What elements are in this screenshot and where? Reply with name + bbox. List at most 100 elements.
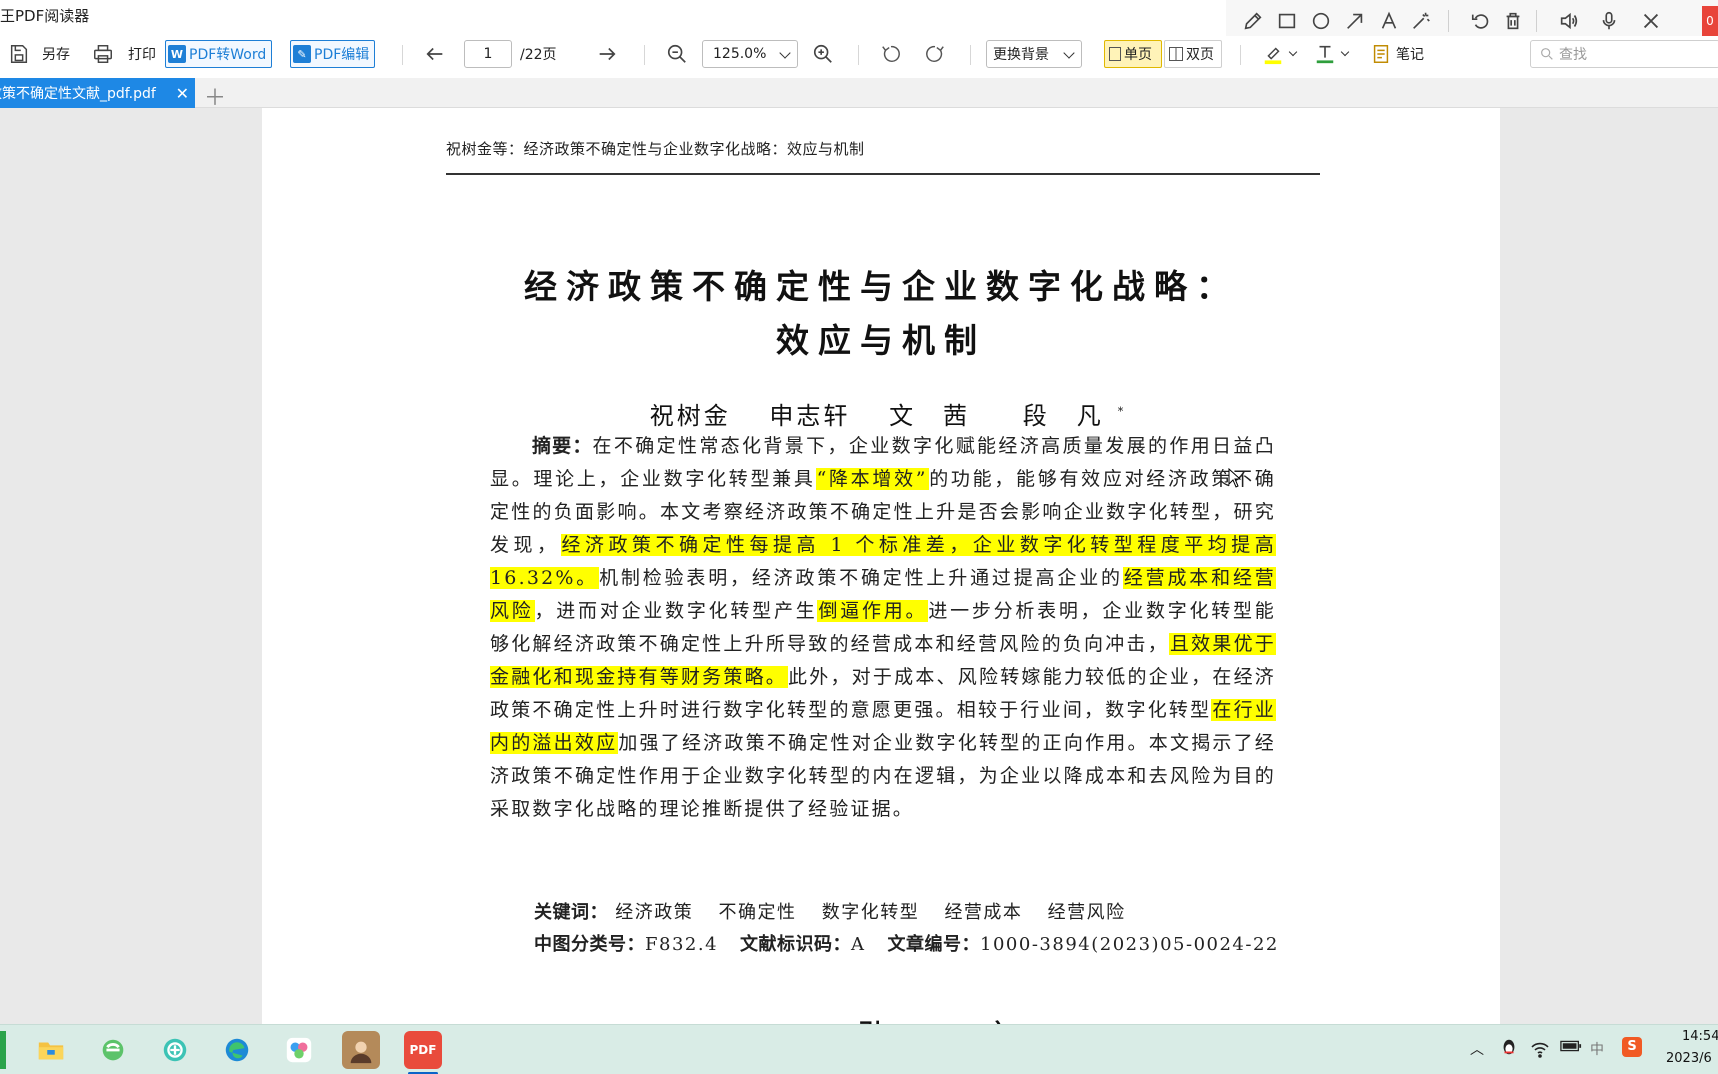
- ime-indicator[interactable]: 中: [1590, 1039, 1604, 1059]
- pdf-reader-taskbar-icon[interactable]: PDF: [404, 1031, 442, 1074]
- document-title-line-2: 效应与机制: [776, 321, 986, 360]
- highlighted-text[interactable]: “降本增效”: [815, 468, 929, 490]
- chevron-down-icon: [1063, 47, 1075, 59]
- keyword: 数字化转型: [821, 902, 920, 923]
- tab-bar: 政策不确定性文献_pdf.pdf ✕ ＋: [0, 78, 1718, 111]
- tab-close-icon[interactable]: ✕: [176, 84, 189, 103]
- zoom-select[interactable]: 125.0%: [702, 40, 798, 68]
- rotate-right-icon[interactable]: [924, 40, 946, 68]
- highlight-tool-button[interactable]: [1262, 40, 1298, 68]
- search-placeholder: 查找: [1559, 47, 1587, 63]
- chevron-down-icon: [779, 47, 791, 59]
- highlighted-text[interactable]: 倒逼作用。: [817, 600, 929, 622]
- chevron-up-icon[interactable]: ︿: [1470, 1039, 1484, 1059]
- single-page-icon: [1109, 47, 1121, 61]
- abstract-paragraph: 摘要：在不确定性常态化背景下，企业数字化赋能经济高质量发展的作用日益凸显。理论上…: [490, 430, 1276, 826]
- user-avatar-app-icon[interactable]: [342, 1031, 380, 1069]
- photo-app-icon[interactable]: [280, 1031, 318, 1069]
- clock-time[interactable]: 14:54: [1682, 1029, 1718, 1044]
- pdf-to-word-button[interactable]: W PDF转Word: [165, 40, 273, 68]
- edge-browser-icon[interactable]: [218, 1031, 256, 1069]
- trash-icon[interactable]: [1500, 8, 1526, 34]
- qq-icon[interactable]: [1500, 1037, 1518, 1061]
- pdf-page: 祝树金等：经济政策不确定性与企业数字化战略：效应与机制 经济政策不确定性与企业数…: [262, 108, 1500, 1024]
- save-icon[interactable]: [8, 40, 30, 68]
- main-toolbar: 另存 打印 W PDF转Word ✎ PDF编辑 1 /22页 125.0% 更…: [0, 36, 1718, 76]
- start-icon[interactable]: [0, 1031, 6, 1069]
- author-name: 申志轩: [769, 402, 851, 430]
- print-button[interactable]: 打印: [128, 40, 156, 68]
- chevron-down-icon: [1288, 47, 1298, 57]
- notes-label: 笔记: [1396, 47, 1424, 63]
- search-icon: [1541, 48, 1553, 60]
- notes-button[interactable]: 笔记: [1370, 40, 1424, 68]
- page-number-input[interactable]: 1: [464, 40, 512, 68]
- abstract-text: ，进而对企业数字化转型产生: [534, 600, 818, 622]
- keyword: 经营风险: [1047, 902, 1126, 923]
- battery-icon[interactable]: [1560, 1039, 1582, 1057]
- sogou-input-icon[interactable]: S: [1622, 1037, 1642, 1057]
- prev-page-icon[interactable]: [424, 40, 446, 68]
- single-page-button[interactable]: 单页: [1104, 40, 1162, 68]
- text-color-icon: [1316, 45, 1334, 64]
- double-page-button[interactable]: 双页: [1164, 40, 1222, 68]
- clc-value: F832.4: [645, 934, 719, 955]
- chevron-down-icon: [1340, 47, 1350, 57]
- printer-icon[interactable]: [92, 40, 114, 68]
- next-page-icon[interactable]: [596, 40, 618, 68]
- running-header: 祝树金等：经济政策不确定性与企业数字化战略：效应与机制: [446, 140, 865, 158]
- close-icon[interactable]: [1638, 8, 1664, 34]
- zoom-in-icon[interactable]: [812, 40, 834, 68]
- circle-icon[interactable]: [1308, 8, 1334, 34]
- author-name: 文 茜: [889, 402, 971, 430]
- keywords-label: 关键词：: [534, 902, 608, 923]
- save-as-button[interactable]: 另存: [42, 40, 70, 68]
- rectangle-icon[interactable]: [1274, 8, 1300, 34]
- taskbar: PDF ︿ 中 S 14:54 2023/6: [0, 1024, 1718, 1074]
- tab-document[interactable]: 政策不确定性文献_pdf.pdf ✕: [0, 78, 195, 108]
- keyword: 经济政策: [615, 902, 694, 923]
- author-footnote-mark: *: [1117, 405, 1127, 418]
- keywords-line: 关键词： 经济政策 不确定性 数字化转型 经营成本 经营风险: [534, 898, 1144, 924]
- zoom-out-icon[interactable]: [666, 40, 688, 68]
- background-select[interactable]: 更换背景: [986, 40, 1082, 68]
- text-color-button[interactable]: [1314, 40, 1350, 68]
- edit-icon: ✎: [293, 45, 311, 63]
- microphone-icon[interactable]: [1596, 8, 1622, 34]
- record-badge[interactable]: 0: [1702, 6, 1718, 36]
- abstract-body: 在不确定性常态化背景下，企业数字化赋能经济高质量发展的作用日益凸显。理论上，企业…: [490, 435, 1276, 820]
- document-viewer[interactable]: 祝树金等：经济政策不确定性与企业数字化战略：效应与机制 经济政策不确定性与企业数…: [0, 108, 1718, 1024]
- clc-label: 中图分类号：: [534, 934, 645, 955]
- double-page-icon: [1169, 47, 1183, 61]
- text-tool-icon[interactable]: [1376, 8, 1402, 34]
- arrow-icon[interactable]: [1342, 8, 1368, 34]
- author-list: 祝树金 申志轩 文 茜 段 凡 *: [262, 396, 1500, 431]
- word-icon: W: [168, 45, 186, 63]
- header-rule: [446, 173, 1320, 175]
- double-page-label: 双页: [1186, 47, 1214, 63]
- file-explorer-icon[interactable]: [32, 1031, 70, 1069]
- clock-date[interactable]: 2023/6: [1666, 1051, 1712, 1066]
- wifi-icon[interactable]: [1530, 1039, 1550, 1063]
- keyword: 经营成本: [944, 902, 1023, 923]
- undo-icon[interactable]: [1468, 8, 1494, 34]
- security-app-icon[interactable]: [156, 1031, 194, 1069]
- search-input[interactable]: 查找: [1530, 40, 1718, 68]
- section-heading: 引 言: [858, 1013, 1050, 1024]
- pen-icon[interactable]: [1240, 8, 1266, 34]
- author-name: 段 凡 *: [1022, 402, 1127, 430]
- pdf-edit-button[interactable]: ✎ PDF编辑: [290, 40, 376, 68]
- tab-document-label: 政策不确定性文献_pdf.pdf: [0, 86, 156, 102]
- ie-browser-icon[interactable]: [94, 1031, 132, 1069]
- app-title: 王PDF阅读器: [0, 7, 90, 25]
- magic-wand-icon[interactable]: [1408, 8, 1434, 34]
- keyword: 不确定性: [718, 902, 797, 923]
- zoom-value: 125.0%: [713, 46, 767, 62]
- doc-code-label: 文献标识码：: [740, 934, 852, 955]
- speaker-icon[interactable]: [1556, 8, 1582, 34]
- total-pages: /22页: [520, 47, 557, 63]
- rotate-left-icon[interactable]: [880, 40, 902, 68]
- document-title-line-1: 经济政策不确定性与企业数字化战略：: [524, 267, 1238, 306]
- highlighter-icon: [1264, 47, 1282, 65]
- pdf-edit-label: PDF编辑: [314, 47, 370, 63]
